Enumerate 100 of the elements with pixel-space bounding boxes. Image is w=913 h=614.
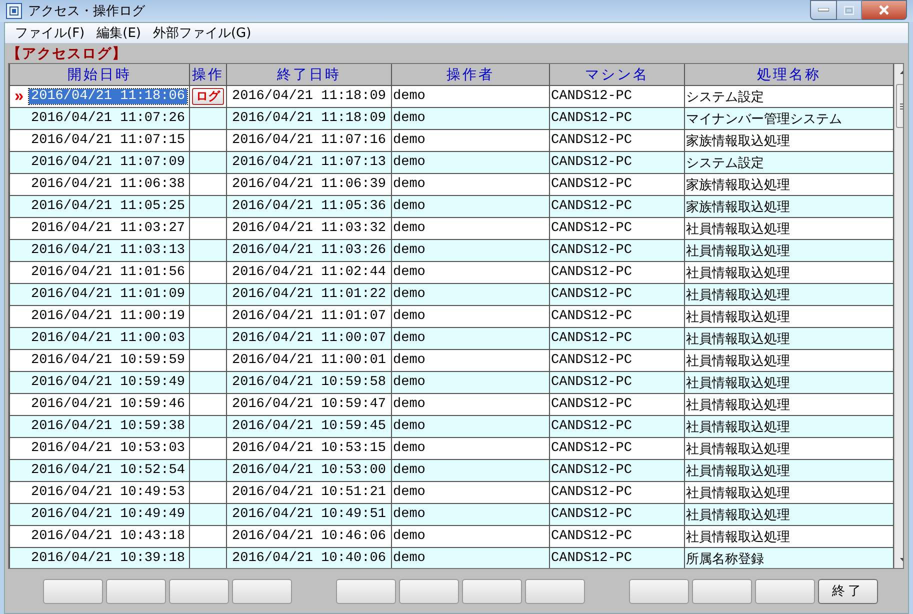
exit-button[interactable]: 終了 [818, 578, 878, 604]
table-cell: 2016/04/21 10:59:58 [232, 375, 386, 390]
column-header[interactable]: 操作者 [392, 64, 550, 86]
table-cell: 社員情報取込処理 [686, 486, 790, 500]
table-cell: 社員情報取込処理 [686, 442, 790, 456]
table-cell: demo [393, 155, 426, 170]
column-header[interactable]: マシン名 [550, 64, 684, 86]
table-cell: 社員情報取込処理 [686, 376, 790, 390]
blank-button[interactable] [755, 578, 815, 604]
table-cell: 2016/04/21 11:00:01 [232, 353, 386, 368]
table-cell-text: 2016/04/21 10:59:49 [30, 375, 186, 390]
table-cell: 2016/04/21 10:49:51 [232, 507, 386, 522]
blank-button[interactable] [525, 578, 585, 604]
menu-item[interactable]: ファイル(F) [9, 24, 91, 42]
table-cell: demo [393, 309, 426, 324]
table-cell: demo [393, 397, 426, 412]
table-cell-text: 2016/04/21 11:07:26 [30, 111, 186, 126]
table-cell: 家族情報取込処理 [686, 134, 790, 148]
table-cell: CANDS12-PC [551, 221, 632, 236]
table-cell: 2016/04/21 10:53:00 [232, 463, 386, 478]
blank-button[interactable] [43, 578, 103, 604]
table-cell: CANDS12-PC [551, 287, 632, 302]
table-cell: 社員情報取込処理 [686, 508, 790, 522]
menu-item[interactable]: 編集(E) [90, 24, 147, 42]
blank-button[interactable] [629, 578, 689, 604]
table-cell: 2016/04/21 11:03:32 [232, 221, 386, 236]
table-cell: CANDS12-PC [551, 529, 632, 544]
table-cell: demo [393, 243, 426, 258]
table-cell-text: 2016/04/21 10:49:53 [30, 485, 186, 500]
table-cell: CANDS12-PC [551, 89, 632, 104]
table-cell-text: 2016/04/21 10:59:46 [30, 397, 186, 412]
table-cell: demo [393, 441, 426, 456]
table-cell: CANDS12-PC [551, 485, 632, 500]
table-cell: 2016/04/21 11:03:26 [232, 243, 386, 258]
table-cell-text: 2016/04/21 11:03:27 [30, 221, 186, 236]
table-cell: demo [393, 221, 426, 236]
table-cell: 社員情報取込処理 [686, 530, 790, 544]
blank-button[interactable] [399, 578, 459, 604]
table-cell-text: 2016/04/21 11:01:56 [30, 265, 186, 280]
table-cell: CANDS12-PC [551, 331, 632, 346]
menu-item[interactable]: 外部ファイル(G) [146, 24, 258, 42]
table-cell: 2016/04/21 11:06:39 [232, 177, 386, 192]
column-header[interactable]: 開始日時 [10, 64, 190, 86]
table-cell: CANDS12-PC [551, 397, 632, 412]
table-cell: demo [393, 89, 426, 104]
table-cell-text: 2016/04/21 10:53:03 [30, 441, 186, 456]
table-cell: 社員情報取込処理 [686, 420, 790, 434]
table-cell: 家族情報取込処理 [686, 178, 790, 192]
blank-button[interactable] [169, 578, 229, 604]
table-cell: 2016/04/21 11:07:16 [232, 133, 386, 148]
table-cell: システム設定 [686, 90, 764, 104]
table-cell: 2016/04/21 11:05:36 [232, 199, 386, 214]
table-cell: CANDS12-PC [551, 551, 632, 566]
table-cell: CANDS12-PC [551, 463, 632, 478]
minimize-button[interactable] [810, 0, 837, 20]
table-cell: 社員情報取込処理 [686, 244, 790, 258]
table-cell: 2016/04/21 11:18:09 [232, 111, 386, 126]
blank-button[interactable] [232, 578, 292, 604]
table-cell: 2016/04/21 11:18:09 [232, 89, 386, 104]
table-cell: CANDS12-PC [551, 199, 632, 214]
table-cell-text: 2016/04/21 10:59:38 [30, 419, 186, 434]
table-cell: demo [393, 551, 426, 566]
table-cell-text: 2016/04/21 11:05:25 [30, 199, 186, 214]
blank-button[interactable] [692, 578, 752, 604]
blank-button[interactable] [106, 578, 166, 604]
table-cell-text: 2016/04/21 10:49:49 [30, 507, 186, 522]
close-button[interactable] [862, 0, 907, 20]
table-cell-text: 2016/04/21 11:06:38 [30, 177, 186, 192]
table-cell: 社員情報取込処理 [686, 332, 790, 346]
table-cell: 社員情報取込処理 [686, 354, 790, 368]
scroll-down-icon[interactable] [900, 558, 903, 562]
blank-button[interactable] [336, 578, 396, 604]
table-cell: CANDS12-PC [551, 309, 632, 324]
table-cell: demo [393, 485, 426, 500]
section-title: 【アクセスログ】 [7, 44, 127, 62]
table-cell: 社員情報取込処理 [686, 222, 790, 236]
table-cell-text: 2016/04/21 10:52:54 [30, 463, 186, 478]
table-cell: 2016/04/21 11:02:44 [232, 265, 386, 280]
table-cell: 社員情報取込処理 [686, 398, 790, 412]
close-icon [878, 5, 890, 15]
table-cell: demo [393, 331, 426, 346]
table-cell: demo [393, 199, 426, 214]
table-cell-text: 2016/04/21 10:43:18 [30, 529, 186, 544]
column-header[interactable]: 処理名称 [684, 64, 894, 86]
log-button[interactable]: ログ [192, 88, 224, 105]
table-cell: demo [393, 463, 426, 478]
table-cell: CANDS12-PC [551, 375, 632, 390]
window-title: アクセス・操作ログ [28, 3, 146, 20]
table-cell: CANDS12-PC [551, 155, 632, 170]
table-cell-text: 2016/04/21 11:03:13 [30, 243, 186, 258]
app-icon [6, 3, 22, 19]
scroll-up-icon[interactable] [900, 70, 903, 74]
table-cell: demo [393, 177, 426, 192]
table-cell: demo [393, 353, 426, 368]
table-cell: demo [393, 287, 426, 302]
column-header[interactable]: 操作 [190, 64, 226, 86]
blank-button[interactable] [462, 578, 522, 604]
column-header[interactable]: 終了日時 [226, 64, 392, 86]
maximize-button[interactable] [837, 0, 862, 20]
table-cell: 社員情報取込処理 [686, 288, 790, 302]
